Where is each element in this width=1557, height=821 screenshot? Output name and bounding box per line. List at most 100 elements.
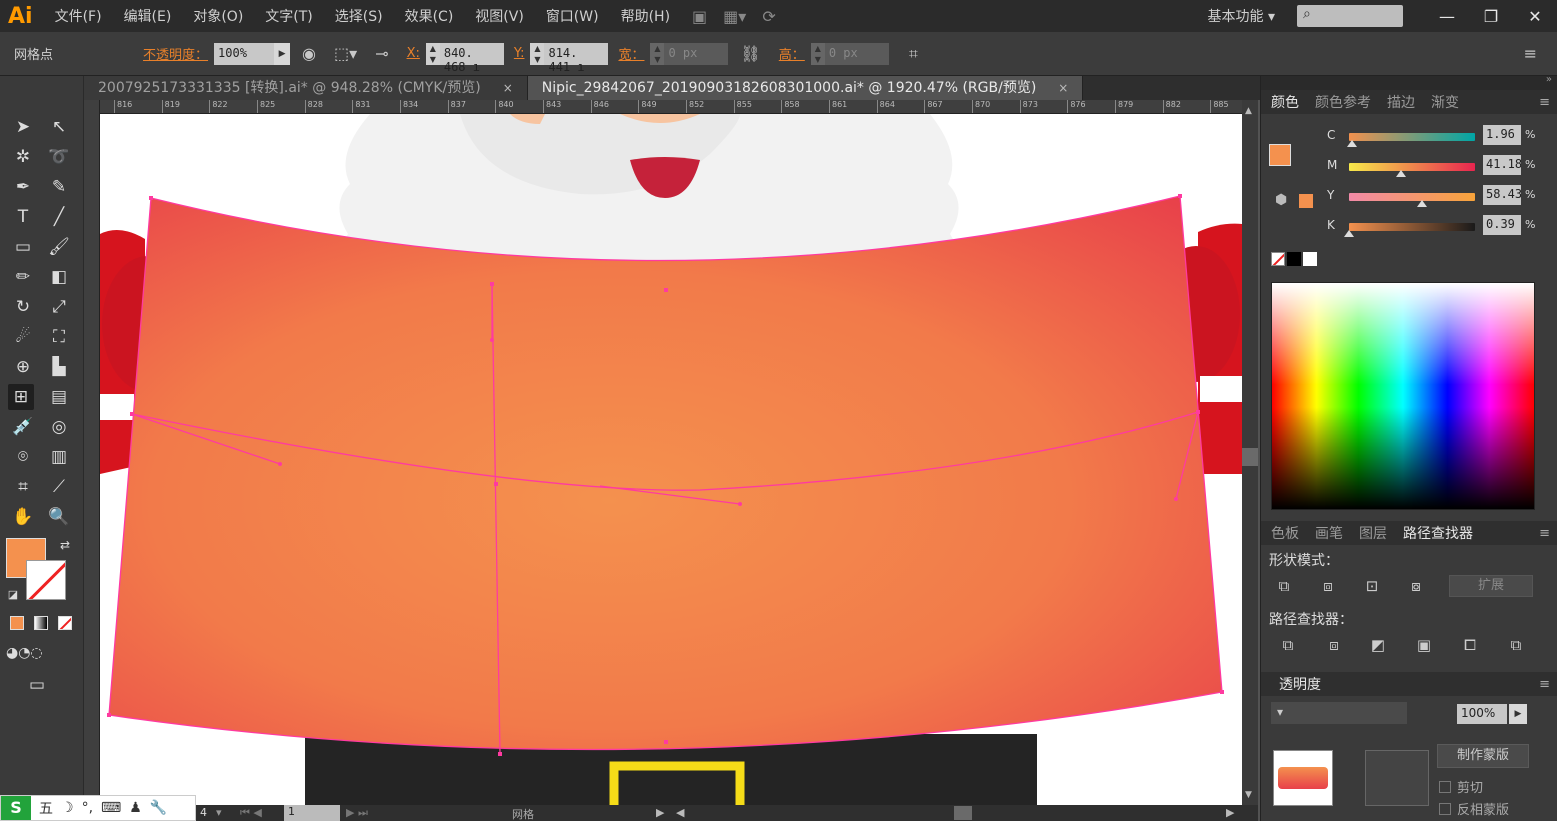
rotate-tool-icon[interactable]: ↻ — [10, 294, 36, 320]
outline-icon[interactable]: ⧠ — [1459, 634, 1481, 656]
x-field[interactable]: 840. 468 ı — [439, 42, 504, 74]
rectangle-tool-icon[interactable]: ▭ — [10, 234, 36, 260]
intersect-icon[interactable]: ⊡ — [1361, 575, 1383, 597]
zoom-level[interactable]: 4 — [200, 806, 207, 819]
control-menu-icon[interactable]: ≡ — [1524, 44, 1537, 63]
artboard-number-field[interactable]: 1 — [284, 805, 340, 821]
free-transform-tool-icon[interactable]: ⛶ — [46, 324, 72, 350]
curvature-tool-icon[interactable]: ✎ — [46, 174, 72, 200]
skin-icon[interactable]: ♟ — [129, 800, 142, 816]
gradient-mode-button[interactable] — [34, 616, 48, 630]
tab-stroke[interactable]: 描边 — [1387, 92, 1415, 112]
type-tool-icon[interactable]: T — [10, 204, 36, 230]
black-swatch[interactable] — [1287, 252, 1301, 266]
none-mode-button[interactable] — [58, 616, 72, 630]
workspace-switcher[interactable]: 基本功能 ▾ — [1208, 6, 1275, 26]
mesh-tool-icon[interactable]: ⊞ — [8, 384, 34, 410]
crop-icon[interactable]: ▣ — [1413, 634, 1435, 656]
mesh-point[interactable] — [107, 713, 111, 717]
shape-builder-tool-icon[interactable]: ⊕ — [10, 354, 36, 380]
default-colors-icon[interactable]: ◪ — [0, 582, 26, 608]
horizontal-scroll-thumb[interactable] — [954, 806, 972, 820]
punctuation-icon[interactable]: °, — [82, 800, 93, 816]
magenta-slider[interactable] — [1349, 163, 1475, 171]
draw-normal-icon[interactable]: ◕◔◌ — [6, 640, 43, 666]
divide-icon[interactable]: ⧉ — [1277, 634, 1299, 656]
tab-brushes[interactable]: 画笔 — [1315, 523, 1343, 543]
menu-select[interactable]: 选择(S) — [335, 6, 383, 26]
tab-pathfinder[interactable]: 路径查找器 — [1403, 523, 1473, 543]
bridge-icon[interactable]: ▣ — [692, 7, 707, 26]
artboard-canvas[interactable] — [100, 114, 1242, 805]
align-icon[interactable]: ⬚▾ — [334, 44, 357, 63]
lasso-tool-icon[interactable]: ➰ — [46, 144, 72, 170]
menu-object[interactable]: 对象(O) — [193, 6, 243, 26]
menu-type[interactable]: 文字(T) — [265, 6, 312, 26]
horizontal-ruler[interactable]: 816 819 822 825 828 831 834 837 840 843 846 849 852 8… — [100, 100, 1244, 114]
scroll-up-icon[interactable]: ▲ — [1245, 106, 1252, 116]
help-search-input[interactable]: ⌕ — [1297, 5, 1403, 27]
mesh-handle-point[interactable] — [278, 462, 282, 466]
zoom-tool-icon[interactable]: 🔍 — [46, 504, 72, 530]
document-tab[interactable]: 2007925173331335 [转换].ai* @ 948.28% (CMY… — [84, 76, 528, 100]
black-slider[interactable] — [1349, 223, 1475, 231]
height-stepper-icon[interactable]: ▲ ▼ — [810, 42, 825, 65]
width-field[interactable]: 0 px — [664, 42, 729, 65]
recolor-icon[interactable]: ◉ — [302, 44, 316, 63]
minus-front-icon[interactable]: ⧈ — [1317, 575, 1339, 597]
make-mask-button[interactable]: 制作蒙版 — [1437, 744, 1529, 768]
menu-help[interactable]: 帮助(H) — [621, 6, 670, 26]
menu-edit[interactable]: 编辑(E) — [124, 6, 172, 26]
minimize-button[interactable]: — — [1425, 7, 1469, 26]
yellow-thumb[interactable] — [1417, 200, 1428, 207]
menu-window[interactable]: 窗口(W) — [546, 6, 599, 26]
mesh-point[interactable] — [1220, 690, 1224, 694]
opacity-slider-icon[interactable]: ▶ — [1509, 704, 1527, 724]
opacity-label[interactable]: 不透明度： — [143, 44, 208, 63]
cyan-thumb[interactable] — [1346, 140, 1357, 147]
collapse-dock-icon[interactable]: » — [1546, 74, 1552, 85]
gradient-tool-icon[interactable]: ▤ — [46, 384, 72, 410]
opacity-field[interactable]: 100% — [214, 42, 275, 65]
eyedropper-tool-icon[interactable]: 💉 — [10, 414, 36, 440]
height-field[interactable]: 0 px — [824, 42, 889, 65]
yellow-field[interactable]: 58.43 — [1483, 185, 1521, 205]
clip-checkbox[interactable] — [1439, 781, 1451, 793]
panel-menu-icon[interactable]: ≡ — [1539, 95, 1550, 110]
panel-menu-icon[interactable]: ≡ — [1539, 526, 1550, 541]
selection-tool-icon[interactable]: ➤ — [10, 114, 36, 140]
scroll-thumb[interactable] — [1242, 448, 1258, 466]
isolate-icon[interactable]: ⌗ — [909, 44, 918, 64]
tab-color[interactable]: 颜色 — [1271, 92, 1299, 112]
eraser-tool-icon[interactable]: ◧ — [46, 264, 72, 290]
tab-transparency[interactable]: 透明度 — [1279, 674, 1321, 694]
first-page-icon[interactable]: ⏮ ◀ — [240, 806, 262, 820]
panel-menu-icon[interactable]: ≡ — [1539, 677, 1550, 692]
scroll-down-icon[interactable]: ▼ — [1245, 790, 1252, 800]
mesh-point[interactable] — [1196, 410, 1200, 414]
opacity-dropdown-icon[interactable]: ▶ — [274, 42, 291, 65]
restore-button[interactable]: ❐ — [1469, 7, 1513, 26]
swap-fill-stroke-icon[interactable]: ⇄ — [52, 532, 78, 558]
color-spectrum[interactable] — [1271, 282, 1535, 510]
trim-icon[interactable]: ⧈ — [1323, 634, 1345, 656]
status-menu-icon[interactable]: ▶ — [656, 806, 664, 819]
yellow-slider[interactable] — [1349, 193, 1475, 201]
cyan-slider[interactable] — [1349, 133, 1475, 141]
constrain-proportions-icon[interactable]: ⛓ — [740, 44, 760, 63]
black-thumb[interactable] — [1344, 230, 1354, 237]
tab-color-guide[interactable]: 颜色参考 — [1315, 92, 1371, 112]
vertical-ruler[interactable] — [84, 100, 100, 805]
mesh-point[interactable] — [494, 482, 498, 486]
mesh-point[interactable] — [1178, 194, 1182, 198]
ime-logo[interactable]: S — [1, 796, 31, 820]
reference-point-icon[interactable]: ⊸ — [375, 44, 388, 63]
black-field[interactable]: 0.39 — [1483, 215, 1521, 235]
mesh-handle-point[interactable] — [738, 502, 742, 506]
ime-mode[interactable]: 五 — [39, 798, 53, 818]
direct-selection-tool-icon[interactable]: ↖ — [46, 114, 72, 140]
moon-icon[interactable]: ☽ — [61, 800, 74, 816]
magenta-thumb[interactable] — [1395, 170, 1406, 177]
line-tool-icon[interactable]: ╱ — [46, 204, 72, 230]
menu-effect[interactable]: 效果(C) — [405, 6, 454, 26]
